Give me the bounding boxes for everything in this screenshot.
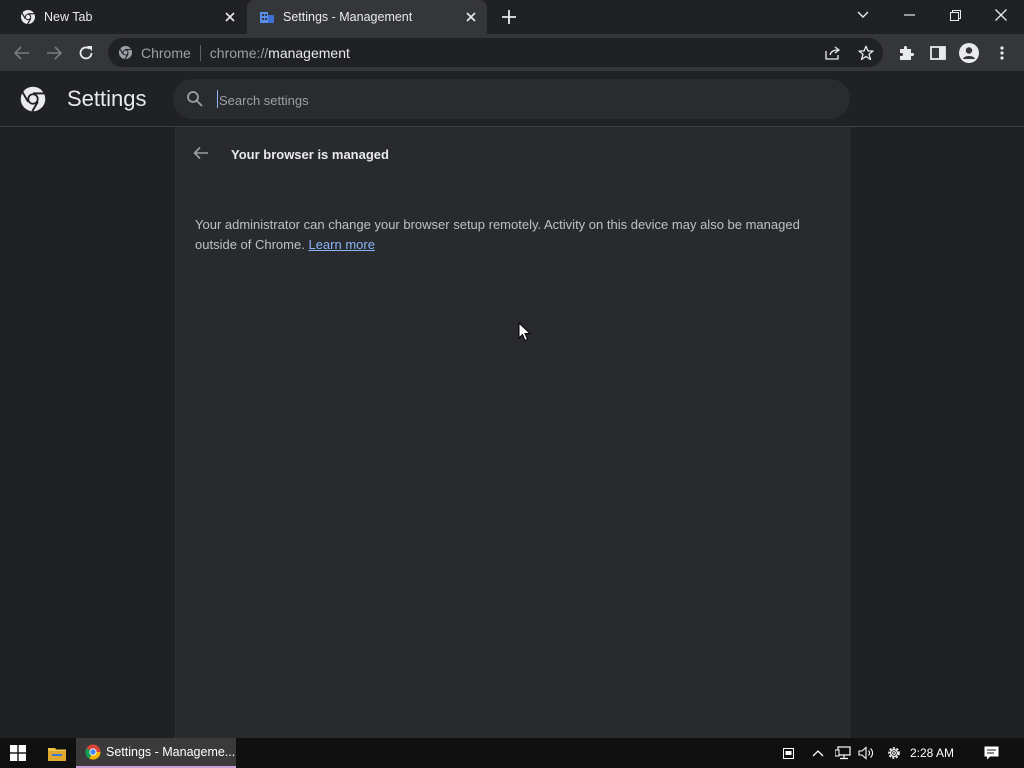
learn-more-link[interactable]: Learn more xyxy=(308,237,374,252)
tab-strip: New Tab Settings - Management xyxy=(0,0,1024,34)
page-heading: Your browser is managed xyxy=(231,147,389,162)
volume-icon[interactable] xyxy=(856,738,876,768)
omnibox-divider xyxy=(199,44,201,61)
description-text: Your administrator can change your brows… xyxy=(195,217,800,252)
site-label: Chrome xyxy=(141,44,191,61)
new-tab-button[interactable] xyxy=(499,7,519,27)
windows-start-icon[interactable] xyxy=(0,738,36,768)
profile-avatar-icon[interactable] xyxy=(956,40,982,66)
tab-title: Settings - Management xyxy=(283,10,413,24)
share-icon[interactable] xyxy=(824,44,842,62)
minimize-button[interactable] xyxy=(889,0,929,30)
back-arrow-icon[interactable] xyxy=(193,146,213,166)
close-tab-icon[interactable] xyxy=(463,9,479,25)
extensions-puzzle-icon[interactable] xyxy=(893,40,919,66)
more-menu-icon[interactable] xyxy=(989,40,1015,66)
bookmark-star-icon[interactable] xyxy=(857,44,875,62)
chrome-icon xyxy=(20,9,36,25)
taskbar-clock[interactable]: 2:28 AM xyxy=(910,746,954,760)
tab-search-chevron-icon[interactable] xyxy=(843,0,883,30)
taskbar-app-label: Settings - Manageme... xyxy=(106,745,236,759)
close-tab-icon[interactable] xyxy=(222,9,238,25)
tab-settings-management[interactable]: Settings - Management xyxy=(247,0,487,34)
chrome-taskbar-icon xyxy=(85,744,101,760)
restore-button[interactable] xyxy=(935,0,975,30)
back-button[interactable] xyxy=(9,40,35,66)
windows-taskbar: Settings - Manageme... 2:28 AM xyxy=(0,738,1024,768)
address-bar[interactable]: Chrome chrome://management xyxy=(108,38,883,67)
search-input[interactable] xyxy=(217,79,821,121)
action-center-icon[interactable] xyxy=(980,738,1002,768)
management-building-icon xyxy=(259,9,275,25)
browser-toolbar: Chrome chrome://management xyxy=(0,34,1024,71)
forward-button[interactable] xyxy=(41,40,67,66)
chrome-logo-icon xyxy=(19,85,47,113)
management-page: Your browser is managed Your administrat… xyxy=(175,127,850,738)
show-hidden-icons-chevron-icon[interactable] xyxy=(809,738,827,768)
search-settings-box[interactable] xyxy=(173,79,850,121)
chrome-site-icon[interactable] xyxy=(118,45,133,60)
file-explorer-icon[interactable] xyxy=(40,738,74,768)
search-icon xyxy=(186,90,204,108)
close-window-button[interactable] xyxy=(981,0,1021,30)
page-title: Settings xyxy=(67,86,147,111)
mouse-cursor-icon xyxy=(518,322,532,342)
tablet-mode-icon[interactable] xyxy=(779,738,797,768)
url-text: chrome://management xyxy=(209,44,350,61)
side-panel-icon[interactable] xyxy=(925,40,951,66)
management-description: Your administrator can change your brows… xyxy=(195,215,835,255)
taskbar-chrome-app[interactable]: Settings - Manageme... xyxy=(76,738,236,768)
tab-new-tab[interactable]: New Tab xyxy=(8,0,246,34)
settings-header: Settings xyxy=(0,71,1024,127)
settings-gear-icon[interactable] xyxy=(884,738,904,768)
reload-button[interactable] xyxy=(73,40,99,66)
tab-title: New Tab xyxy=(44,10,93,24)
network-icon[interactable] xyxy=(833,738,853,768)
